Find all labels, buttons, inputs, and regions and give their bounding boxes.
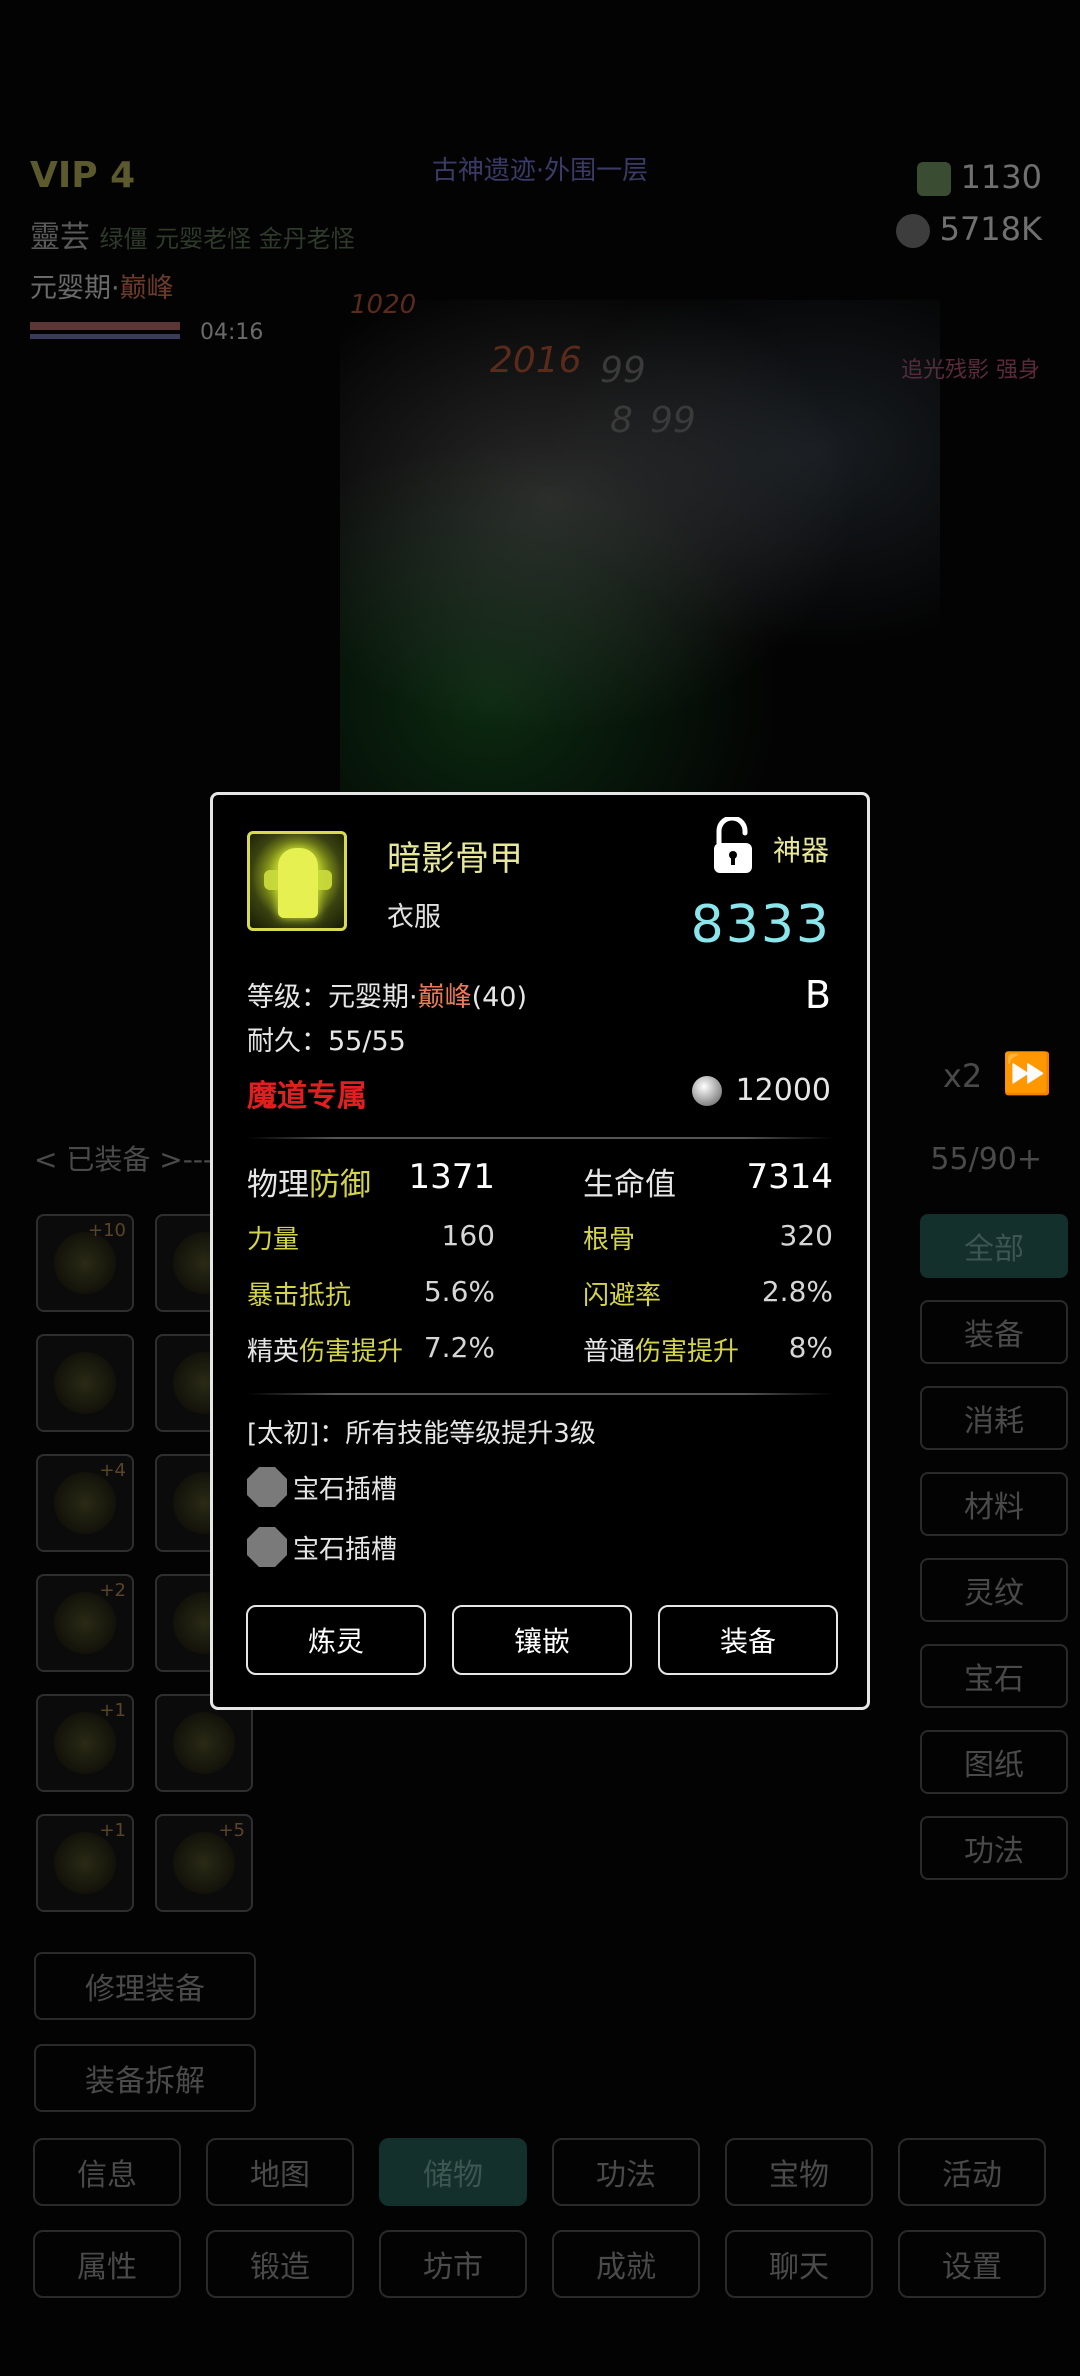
category-materials[interactable]: 材料 <box>920 1472 1068 1536</box>
category-blueprints[interactable]: 图纸 <box>920 1730 1068 1794</box>
stat-label-hp: 生命值 <box>583 1167 676 1203</box>
rarity-label: 神器 <box>773 834 830 867</box>
damage-number: 8 <box>610 400 633 441</box>
divider <box>247 1137 833 1139</box>
refine-button[interactable]: 炼灵 <box>246 1605 426 1675</box>
power-score: 8333 <box>690 895 831 955</box>
stat-value-strength: 160 <box>441 1219 495 1252</box>
item-type: 衣服 <box>387 902 441 933</box>
category-skills[interactable]: 功法 <box>920 1816 1068 1880</box>
nav-achievements[interactable]: 成就 <box>552 2230 700 2298</box>
stat-value-crit-resist: 5.6% <box>423 1275 495 1308</box>
nav-events[interactable]: 活动 <box>898 2138 1046 2206</box>
category-consumables[interactable]: 消耗 <box>920 1386 1068 1450</box>
equip-slot-ring[interactable] <box>36 1334 134 1432</box>
durability: 耐久：55/55 <box>247 1026 406 1057</box>
stat-value-dodge: 2.8% <box>761 1275 833 1308</box>
stat-label-physical-defense: 物理防御 <box>247 1167 371 1203</box>
stat-label-elite-damage: 精英伤害提升 <box>247 1337 404 1367</box>
stat-label-normal-damage: 普通伤害提升 <box>583 1337 740 1367</box>
equip-button[interactable]: 装备 <box>658 1605 838 1675</box>
armor-item-icon <box>247 831 347 931</box>
equip-slot-armor[interactable]: +2 <box>36 1574 134 1672</box>
category-gems[interactable]: 宝石 <box>920 1644 1068 1708</box>
unlock-icon[interactable] <box>711 815 755 875</box>
damage-number: 99 <box>600 350 646 391</box>
dismantle-equipment-button[interactable]: 装备拆解 <box>34 2044 256 2112</box>
damage-number: 2016 <box>490 340 582 381</box>
spirit-icon <box>916 162 951 196</box>
gem-slot-1[interactable]: 宝石插槽 <box>247 1467 397 1507</box>
stat-value-elite-damage: 7.2% <box>423 1331 495 1364</box>
equip-slot-fan[interactable]: +1 <box>36 1814 134 1912</box>
quality-grade: B <box>804 973 831 1017</box>
level-requirement: 等级：元婴期·巅峰(40) <box>247 982 528 1013</box>
stat-label-constitution: 根骨 <box>583 1225 636 1255</box>
resource-silver: 5718K <box>895 210 1042 248</box>
equip-slot-pants[interactable]: +1 <box>36 1694 134 1792</box>
nav-forge[interactable]: 锻造 <box>206 2230 354 2298</box>
item-name: 暗影骨甲 <box>387 839 523 879</box>
damage-number: 1020 <box>350 290 417 320</box>
player-name: 靈芸 <box>30 220 90 255</box>
nav-market[interactable]: 坊市 <box>379 2230 527 2298</box>
silver-coin-icon <box>691 1075 722 1106</box>
category-equipment[interactable]: 装备 <box>920 1300 1068 1364</box>
gem-socket-icon <box>247 1527 287 1567</box>
speed-control[interactable]: x2 ⏩ <box>943 1050 1052 1097</box>
category-all[interactable]: 全部 <box>920 1214 1068 1278</box>
battle-scene: 2016 99 8 99 1020 <box>340 290 940 800</box>
nav-chat[interactable]: 聊天 <box>725 2230 873 2298</box>
stat-value-constitution: 320 <box>779 1219 833 1252</box>
nav-map[interactable]: 地图 <box>206 2138 354 2206</box>
nav-settings[interactable]: 设置 <box>898 2230 1046 2298</box>
fast-forward-icon[interactable]: ⏩ <box>1002 1051 1052 1097</box>
gem-slot-2[interactable]: 宝石插槽 <box>247 1527 397 1567</box>
stat-value-physical-defense: 1371 <box>408 1157 495 1197</box>
equip-slot-weapon[interactable]: +10 <box>36 1214 134 1312</box>
equipped-label: < 已装备 >--- <box>34 1143 214 1176</box>
divider <box>247 1393 833 1395</box>
gem-socket-icon <box>247 1467 287 1507</box>
stat-label-dodge: 闪避率 <box>583 1281 662 1311</box>
damage-number: 99 <box>650 400 696 441</box>
stat-value-hp: 7314 <box>746 1157 833 1197</box>
stat-label-crit-resist: 暴击抵抗 <box>247 1281 352 1311</box>
item-affix: [太初]：所有技能等级提升3级 <box>247 1419 596 1449</box>
silver-coin-icon <box>895 214 930 248</box>
mp-bar <box>30 334 180 339</box>
repair-equipment-button[interactable]: 修理装备 <box>34 1952 256 2020</box>
stat-label-strength: 力量 <box>247 1225 300 1255</box>
player-tags: 绿僵 元婴老怪 金丹老怪 <box>99 225 355 253</box>
resource-spirit: 1130 <box>916 158 1042 196</box>
nav-info[interactable]: 信息 <box>33 2138 181 2206</box>
bag-capacity: 55/90+ <box>930 1142 1042 1177</box>
nav-treasures[interactable]: 宝物 <box>725 2138 873 2206</box>
player-realm: 元婴期·巅峰 <box>30 273 174 304</box>
sell-price: 12000 <box>691 1073 831 1108</box>
equip-slot-helmet[interactable]: +4 <box>36 1454 134 1552</box>
nav-attributes[interactable]: 属性 <box>33 2230 181 2298</box>
inlay-button[interactable]: 镶嵌 <box>452 1605 632 1675</box>
player-info: 靈芸 绿僵 元婴老怪 金丹老怪 <box>30 212 355 256</box>
item-detail-dialog: 暗影骨甲 衣服 神器 8333 等级：元婴期·巅峰(40) B 耐久：55/55… <box>210 792 870 1710</box>
nav-storage[interactable]: 储物 <box>379 2138 527 2206</box>
stat-value-normal-damage: 8% <box>788 1331 833 1364</box>
battle-timer: 04:16 <box>200 320 264 345</box>
hp-bar <box>30 322 180 330</box>
equip-slot-accessory[interactable]: +5 <box>155 1814 253 1912</box>
nav-skills[interactable]: 功法 <box>552 2138 700 2206</box>
faction-exclusive: 魔道专属 <box>247 1079 367 1114</box>
category-runes[interactable]: 灵纹 <box>920 1558 1068 1622</box>
